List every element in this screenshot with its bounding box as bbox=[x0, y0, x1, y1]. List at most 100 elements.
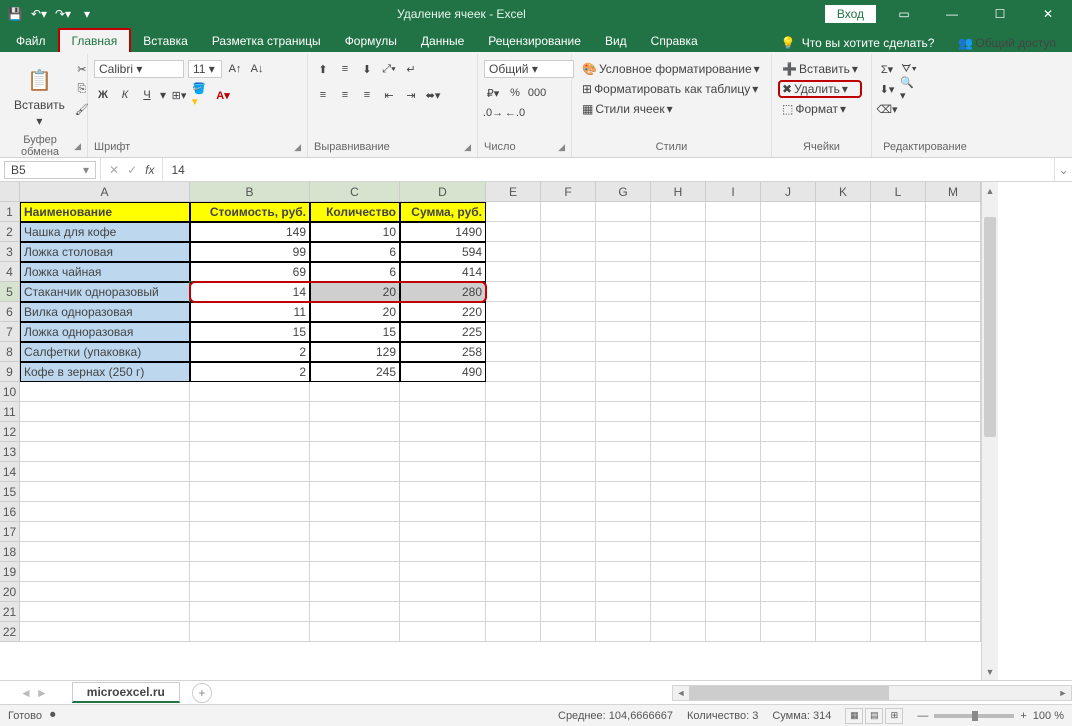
cell[interactable] bbox=[816, 422, 871, 442]
cell[interactable] bbox=[651, 462, 706, 482]
cell[interactable] bbox=[486, 322, 541, 342]
cell[interactable] bbox=[486, 262, 541, 282]
row-header[interactable]: 21 bbox=[0, 602, 20, 622]
cell[interactable] bbox=[20, 602, 190, 622]
cell[interactable] bbox=[761, 542, 816, 562]
cell[interactable] bbox=[400, 602, 486, 622]
align-right-icon[interactable]: ≡ bbox=[358, 86, 376, 104]
fx-icon[interactable]: fx bbox=[145, 163, 154, 177]
cell[interactable] bbox=[871, 502, 926, 522]
row-header[interactable]: 3 bbox=[0, 242, 20, 262]
cell[interactable] bbox=[541, 462, 596, 482]
cell[interactable] bbox=[816, 542, 871, 562]
cell[interactable] bbox=[761, 602, 816, 622]
row-header[interactable]: 13 bbox=[0, 442, 20, 462]
cell[interactable] bbox=[706, 262, 761, 282]
cell[interactable]: Ложка чайная bbox=[20, 262, 190, 282]
italic-button[interactable]: К bbox=[116, 86, 134, 104]
cell[interactable] bbox=[486, 422, 541, 442]
cell[interactable] bbox=[596, 482, 651, 502]
cell[interactable] bbox=[486, 582, 541, 602]
tab-nav-next-icon[interactable]: ► bbox=[36, 686, 48, 700]
col-header[interactable]: G bbox=[596, 182, 651, 202]
cell[interactable] bbox=[926, 242, 981, 262]
cell[interactable]: 258 bbox=[400, 342, 486, 362]
cell[interactable] bbox=[706, 542, 761, 562]
tab-home[interactable]: Главная bbox=[58, 28, 132, 52]
cell[interactable] bbox=[816, 502, 871, 522]
cell[interactable]: 6 bbox=[310, 262, 400, 282]
cancel-formula-icon[interactable]: ✕ bbox=[109, 163, 119, 177]
row-header[interactable]: 19 bbox=[0, 562, 20, 582]
cell[interactable] bbox=[926, 322, 981, 342]
cell[interactable] bbox=[596, 402, 651, 422]
cell[interactable] bbox=[926, 502, 981, 522]
cell[interactable] bbox=[651, 402, 706, 422]
cell[interactable] bbox=[190, 542, 310, 562]
cell[interactable]: 225 bbox=[400, 322, 486, 342]
format-cells[interactable]: ⬚ Формат ▾ bbox=[778, 100, 862, 118]
cell[interactable] bbox=[596, 502, 651, 522]
cell[interactable] bbox=[310, 602, 400, 622]
cell[interactable] bbox=[651, 602, 706, 622]
cell[interactable] bbox=[651, 242, 706, 262]
cell[interactable] bbox=[816, 262, 871, 282]
cell[interactable] bbox=[486, 462, 541, 482]
cell[interactable] bbox=[541, 422, 596, 442]
cell[interactable] bbox=[816, 362, 871, 382]
cell[interactable] bbox=[541, 382, 596, 402]
row-header[interactable]: 14 bbox=[0, 462, 20, 482]
row-header[interactable]: 15 bbox=[0, 482, 20, 502]
col-header[interactable]: C bbox=[310, 182, 400, 202]
cell[interactable] bbox=[20, 422, 190, 442]
font-color-icon[interactable]: A▾ bbox=[214, 86, 232, 104]
cell[interactable] bbox=[871, 362, 926, 382]
borders-icon[interactable]: ⊞▾ bbox=[170, 86, 188, 104]
cell[interactable]: 14 bbox=[190, 282, 310, 302]
conditional-formatting[interactable]: 🎨 Условное форматирование▾ bbox=[578, 60, 764, 78]
cell[interactable] bbox=[706, 342, 761, 362]
cell[interactable] bbox=[20, 622, 190, 642]
cell[interactable] bbox=[926, 482, 981, 502]
cell[interactable] bbox=[871, 282, 926, 302]
cell[interactable] bbox=[310, 522, 400, 542]
cell[interactable] bbox=[190, 382, 310, 402]
cell[interactable] bbox=[816, 522, 871, 542]
cell[interactable] bbox=[190, 582, 310, 602]
cell[interactable]: 2 bbox=[190, 342, 310, 362]
cell[interactable]: 245 bbox=[310, 362, 400, 382]
cell[interactable] bbox=[651, 302, 706, 322]
cell[interactable] bbox=[20, 562, 190, 582]
cell[interactable]: 2 bbox=[190, 362, 310, 382]
cell[interactable] bbox=[871, 602, 926, 622]
cell[interactable] bbox=[20, 502, 190, 522]
tab-insert[interactable]: Вставка bbox=[131, 30, 200, 52]
cell[interactable] bbox=[871, 582, 926, 602]
fill-color-icon[interactable]: 🪣▾ bbox=[192, 86, 210, 104]
view-page-layout-icon[interactable]: ▤ bbox=[865, 708, 883, 724]
find-icon[interactable]: 🔍▾ bbox=[900, 80, 918, 98]
cell[interactable] bbox=[926, 602, 981, 622]
redo-icon[interactable]: ↷▾ bbox=[52, 3, 74, 25]
autosum-icon[interactable]: Σ▾ bbox=[878, 60, 896, 78]
merge-icon[interactable]: ⬌▾ bbox=[424, 86, 442, 104]
cell[interactable] bbox=[871, 562, 926, 582]
row-header[interactable]: 22 bbox=[0, 622, 20, 642]
cell[interactable] bbox=[541, 362, 596, 382]
cell[interactable] bbox=[871, 402, 926, 422]
cell[interactable] bbox=[486, 482, 541, 502]
cell[interactable] bbox=[541, 222, 596, 242]
cell[interactable] bbox=[20, 382, 190, 402]
cell[interactable] bbox=[926, 282, 981, 302]
cell[interactable] bbox=[871, 222, 926, 242]
cell[interactable] bbox=[486, 522, 541, 542]
cell[interactable] bbox=[816, 222, 871, 242]
cell[interactable] bbox=[190, 622, 310, 642]
cell[interactable] bbox=[761, 522, 816, 542]
cell[interactable] bbox=[310, 582, 400, 602]
cell[interactable] bbox=[596, 462, 651, 482]
cell[interactable] bbox=[761, 402, 816, 422]
add-sheet-button[interactable]: + bbox=[192, 683, 212, 703]
cell[interactable] bbox=[761, 582, 816, 602]
cell[interactable] bbox=[400, 502, 486, 522]
